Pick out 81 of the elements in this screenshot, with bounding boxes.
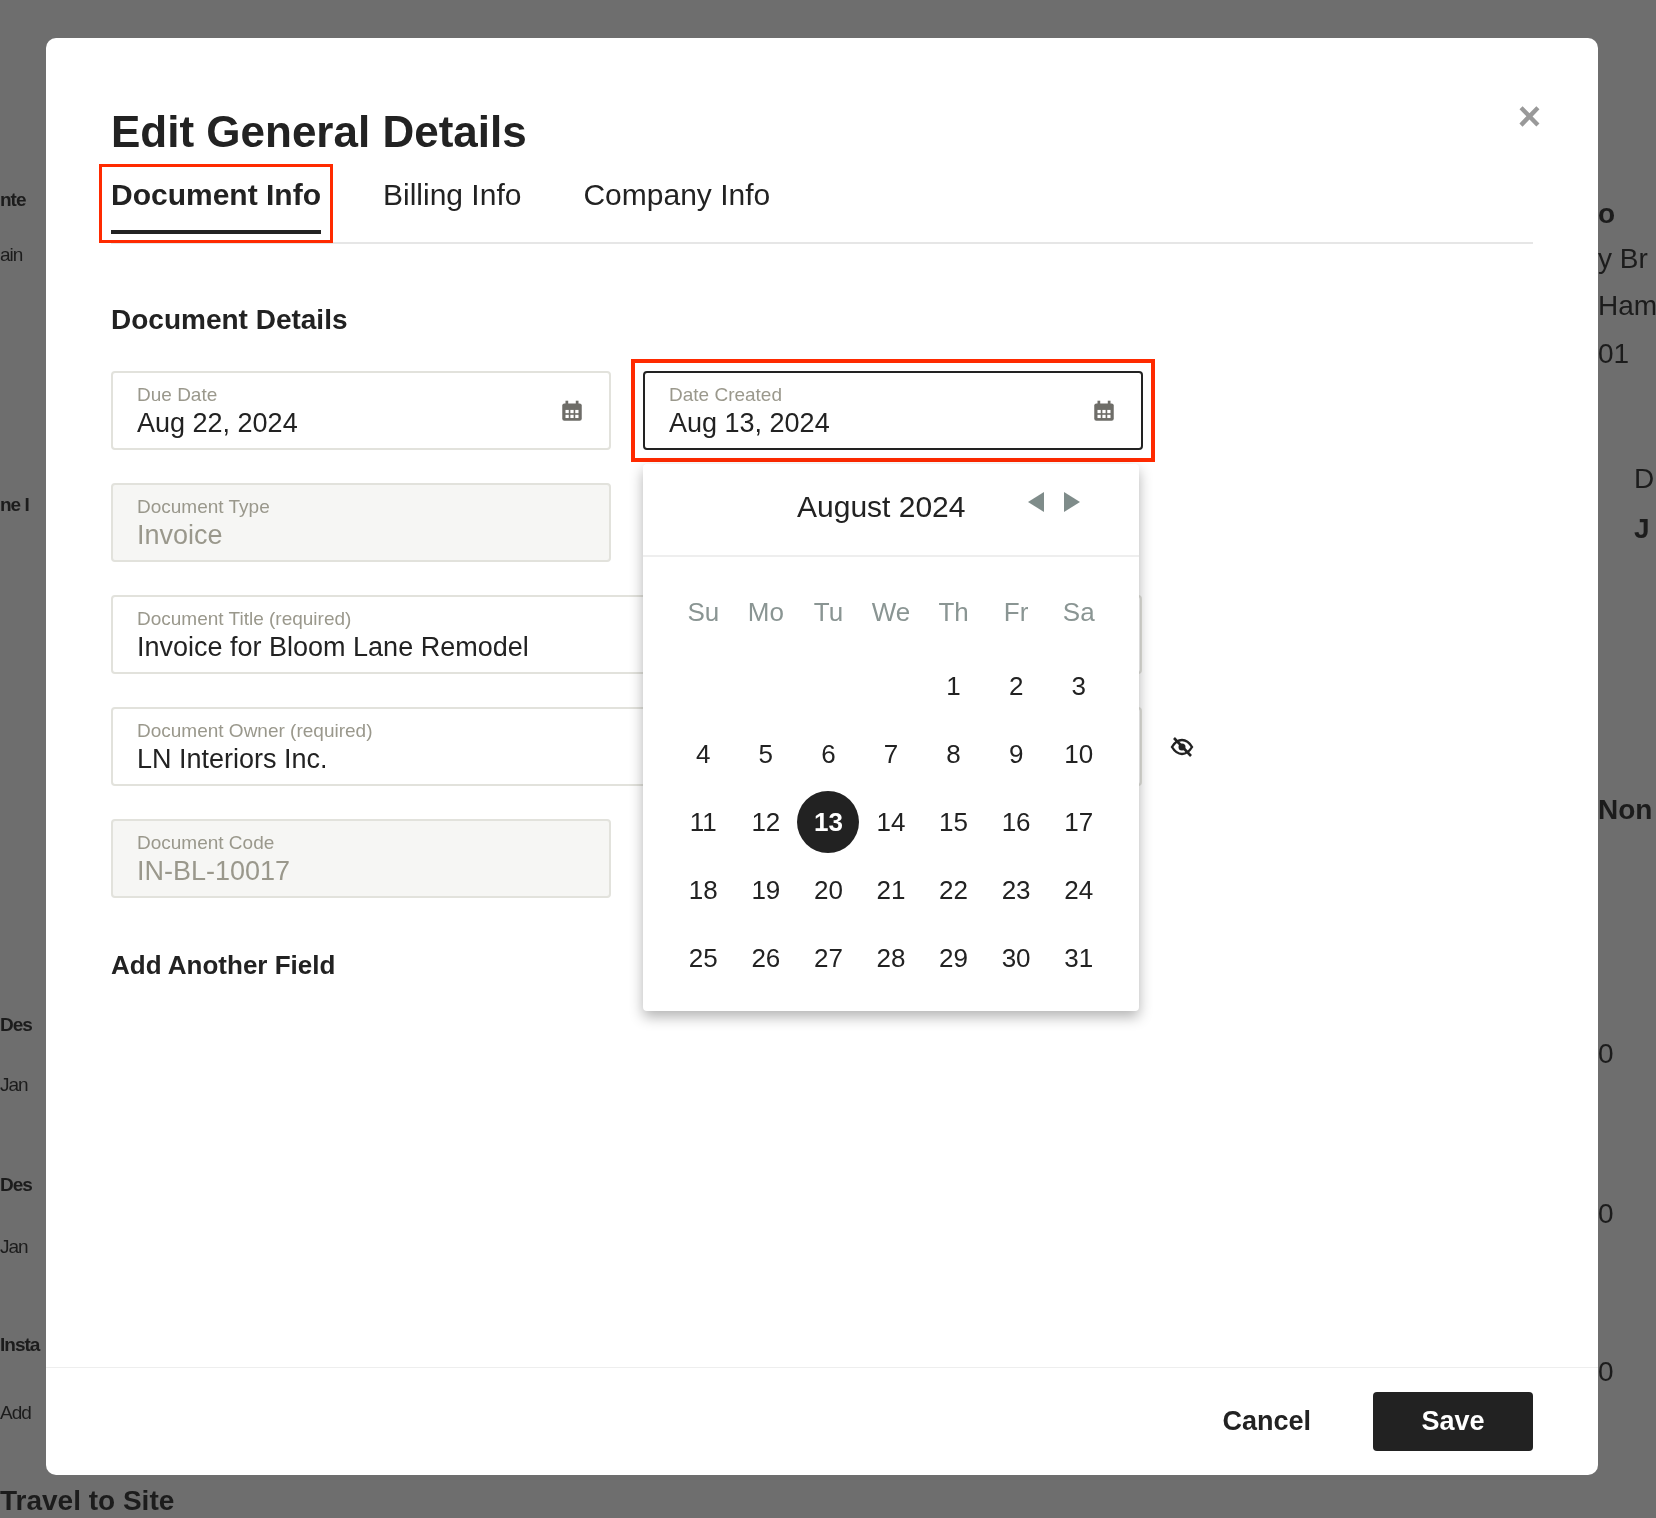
- calendar-day[interactable]: 6: [797, 723, 860, 785]
- calendar-day[interactable]: 26: [734, 927, 797, 989]
- field-value: Aug 22, 2024: [137, 409, 298, 437]
- calendar-day[interactable]: 21: [860, 859, 922, 921]
- calendar-day[interactable]: 23: [985, 859, 1048, 921]
- field-value: IN-BL-10017: [137, 857, 291, 885]
- calendar-day[interactable]: 31: [1047, 927, 1110, 989]
- calendar-day[interactable]: 8: [922, 723, 985, 785]
- field-value: Invoice: [137, 521, 223, 549]
- save-button[interactable]: Save: [1373, 1392, 1533, 1451]
- field-label: Document Owner (required): [137, 720, 373, 740]
- background-text: Travel to Site: [0, 1487, 175, 1515]
- next-month-icon[interactable]: [1062, 490, 1082, 514]
- calendar-day[interactable]: 10: [1047, 723, 1110, 785]
- calendar-day[interactable]: 28: [860, 927, 922, 989]
- background-text: nte: [0, 190, 26, 209]
- calendar-day[interactable]: 17: [1047, 791, 1110, 853]
- background-text: 0: [1598, 1200, 1614, 1228]
- weekday-label: We: [870, 596, 912, 629]
- input-field[interactable]: Due Date Aug 22, 2024: [111, 371, 611, 450]
- field-value: Invoice for Bloom Lane Remodel: [137, 633, 529, 661]
- weekday-label: Sa: [1061, 596, 1096, 629]
- calendar-day[interactable]: 15: [922, 791, 985, 853]
- calendar-day[interactable]: 18: [672, 859, 735, 921]
- weekday-label: Tu: [812, 596, 845, 629]
- calendar-day[interactable]: 12: [734, 791, 797, 853]
- add-field-link[interactable]: Add Another Field: [111, 946, 336, 985]
- calendar-month: August 2024: [797, 492, 966, 522]
- background-text: Ham: [1598, 292, 1656, 320]
- background-text: ain: [0, 245, 23, 264]
- tab[interactable]: Company Info: [583, 176, 771, 234]
- calendar-day[interactable]: 20: [797, 859, 860, 921]
- background-text: Des: [0, 1015, 32, 1034]
- previous-month-icon[interactable]: [1026, 490, 1046, 514]
- calendar-day[interactable]: 5: [734, 723, 797, 785]
- calendar-day[interactable]: 11: [672, 791, 735, 853]
- section-heading: Document Details: [111, 303, 349, 337]
- cancel-button[interactable]: Cancel: [1222, 1401, 1311, 1442]
- hidden-eye-icon[interactable]: [1169, 735, 1195, 759]
- background-text: J: [1634, 515, 1650, 543]
- field-label: Document Type: [137, 496, 270, 516]
- calendar-day[interactable]: 25: [672, 927, 735, 989]
- background-text: Non: [1598, 796, 1653, 824]
- calendar-day[interactable]: 24: [1047, 859, 1110, 921]
- calendar-day[interactable]: 30: [985, 927, 1048, 989]
- calendar-day[interactable]: 9: [985, 723, 1048, 785]
- background-text: 0: [1598, 1040, 1614, 1068]
- background-text: Jan: [0, 1075, 28, 1094]
- calendar-day[interactable]: 29: [922, 927, 985, 989]
- tab[interactable]: Billing Info: [383, 176, 522, 234]
- calendar-day[interactable]: 7: [860, 723, 922, 785]
- calendar-day[interactable]: 16: [985, 791, 1048, 853]
- calendar-day[interactable]: 27: [797, 927, 860, 989]
- background-text: o: [1598, 200, 1616, 228]
- calendar-day[interactable]: 14: [860, 791, 922, 853]
- background-text: Add: [0, 1403, 31, 1422]
- field-label: Due Date: [137, 384, 218, 404]
- background-text: y Br: [1598, 245, 1648, 273]
- field-label: Document Title (required): [137, 608, 352, 628]
- calendar-day[interactable]: 13: [797, 791, 860, 853]
- weekday-label: Th: [937, 596, 970, 629]
- weekday-label: Su: [686, 596, 721, 629]
- background-text: Jan: [0, 1237, 28, 1256]
- calendar-day[interactable]: 19: [734, 859, 797, 921]
- background-text: Insta: [0, 1335, 40, 1354]
- background-text: D: [1634, 465, 1655, 493]
- field-value: LN Interiors Inc.: [137, 745, 328, 773]
- input-field[interactable]: Date Created Aug 13, 2024: [643, 371, 1143, 450]
- tab[interactable]: Document Info: [111, 176, 321, 234]
- dialog-title: Edit General Details: [111, 110, 527, 154]
- calendar-day[interactable]: 22: [922, 859, 985, 921]
- weekday-label: Fr: [1002, 596, 1030, 629]
- calendar-day[interactable]: 4: [672, 723, 735, 785]
- background-text: ne I: [0, 495, 29, 514]
- background-text: 01: [1598, 340, 1630, 368]
- background-text: Des: [0, 1175, 32, 1194]
- field-label: Document Code: [137, 832, 275, 852]
- field-label: Date Created: [669, 384, 782, 404]
- background-text: 0: [1598, 1358, 1614, 1386]
- weekday-label: Mo: [746, 596, 785, 629]
- field-value: Aug 13, 2024: [669, 409, 830, 437]
